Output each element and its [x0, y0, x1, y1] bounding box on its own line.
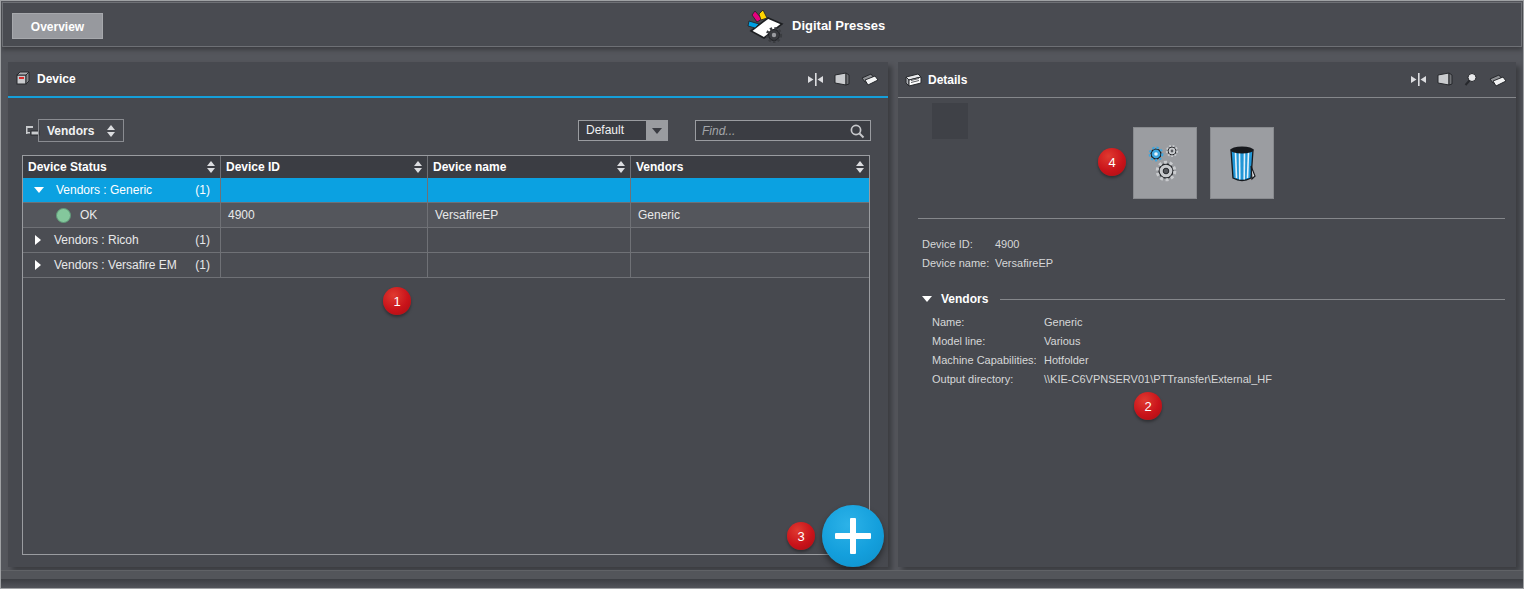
- detail-field-device-name: Device name: VersafireEP: [922, 257, 1053, 269]
- detach-panel-icon[interactable]: [1488, 72, 1508, 88]
- add-device-button[interactable]: [822, 505, 884, 567]
- toggle-view-icon[interactable]: [1436, 72, 1454, 87]
- bottom-edge: [0, 579, 1524, 589]
- sort-icon: [856, 161, 864, 173]
- collapse-panel-icon[interactable]: [807, 72, 824, 87]
- expanded-caret-icon[interactable]: [34, 187, 44, 193]
- view-preset-select[interactable]: Default: [578, 120, 668, 141]
- details-panel-title: Details: [928, 73, 967, 87]
- device-icon: [15, 71, 31, 87]
- device-table-header: Device Status Device ID Device name Vend…: [23, 156, 869, 178]
- configure-device-button[interactable]: [1133, 127, 1197, 199]
- table-row-group-ricoh[interactable]: Vendors : Ricoh (1): [23, 228, 869, 253]
- device-toolbar: Vendors Default: [8, 118, 888, 148]
- vendor-field-machine-capabilities: Machine Capabilities: Hotfolder: [932, 354, 1089, 366]
- group-count: (1): [195, 233, 213, 247]
- vendor-field-name: Name: Generic: [932, 316, 1083, 328]
- collapsed-caret-icon[interactable]: [35, 260, 41, 270]
- find-input[interactable]: [696, 124, 847, 138]
- vendor-field-output-directory: Output directory: \\KIE-C6VPNSERV01\PTTr…: [932, 373, 1272, 385]
- sort-toggle-icon: [107, 125, 115, 137]
- device-table: Device Status Device ID Device name Vend…: [22, 155, 870, 555]
- details-panel-header: Details: [898, 62, 1516, 98]
- toggle-view-icon[interactable]: [833, 72, 851, 87]
- sort-icon: [617, 161, 625, 173]
- detach-panel-icon[interactable]: [860, 71, 880, 87]
- details-divider: [918, 218, 1505, 219]
- column-header-vendors[interactable]: Vendors: [631, 156, 869, 178]
- app-title-label: Digital Presses: [792, 18, 885, 33]
- group-count: (1): [195, 258, 213, 272]
- table-row-group-generic[interactable]: Vendors : Generic (1): [23, 178, 869, 203]
- device-panel: Device Vendors: [8, 62, 888, 567]
- bottom-strip: [0, 570, 1524, 579]
- annotation-badge-1: 1: [383, 287, 411, 315]
- section-caret-icon: [922, 296, 932, 302]
- table-row-device[interactable]: OK 4900 VersafireEP Generic: [23, 203, 869, 228]
- digital-presses-icon: [747, 9, 785, 43]
- overview-button[interactable]: Overview: [12, 13, 103, 39]
- details-panel: Details: [898, 62, 1516, 567]
- top-bar: Overview Digital Presses: [2, 2, 1522, 47]
- vendor-field-model-line: Model line: Various: [932, 335, 1080, 347]
- column-header-device-id[interactable]: Device ID: [221, 156, 428, 178]
- detail-field-device-id: Device ID: 4900: [922, 238, 1019, 250]
- status-ok-icon: [56, 208, 71, 223]
- annotation-badge-3: 3: [787, 522, 815, 550]
- zoom-icon[interactable]: [1463, 72, 1479, 87]
- group-by-label: Vendors: [47, 124, 94, 138]
- collapsed-caret-icon[interactable]: [35, 235, 41, 245]
- device-panel-header: Device: [8, 62, 888, 98]
- sort-icon: [207, 161, 215, 173]
- gears-icon: [1145, 141, 1185, 185]
- search-icon: [847, 123, 867, 139]
- device-image-placeholder: [932, 103, 968, 139]
- app-title: Digital Presses: [747, 3, 885, 48]
- collapse-panel-icon[interactable]: [1410, 72, 1427, 87]
- group-count: (1): [195, 183, 213, 197]
- annotation-badge-4: 4: [1098, 148, 1126, 176]
- view-preset-value: Default: [579, 121, 646, 140]
- vendors-section-header[interactable]: Vendors: [922, 292, 1505, 306]
- column-header-device-status[interactable]: Device Status: [23, 156, 221, 178]
- details-icon: [905, 73, 922, 87]
- column-header-device-name[interactable]: Device name: [428, 156, 631, 178]
- annotation-badge-2: 2: [1134, 392, 1162, 420]
- delete-device-button[interactable]: [1210, 127, 1274, 199]
- trash-icon: [1224, 142, 1260, 184]
- device-panel-title: Device: [37, 72, 76, 86]
- view-preset-dropdown-arrow[interactable]: [646, 121, 667, 140]
- group-by-button[interactable]: Vendors: [38, 119, 124, 142]
- table-row-group-versafire-em[interactable]: Vendors : Versafire EM (1): [23, 253, 869, 278]
- find-box: [695, 120, 871, 141]
- sort-icon: [414, 161, 422, 173]
